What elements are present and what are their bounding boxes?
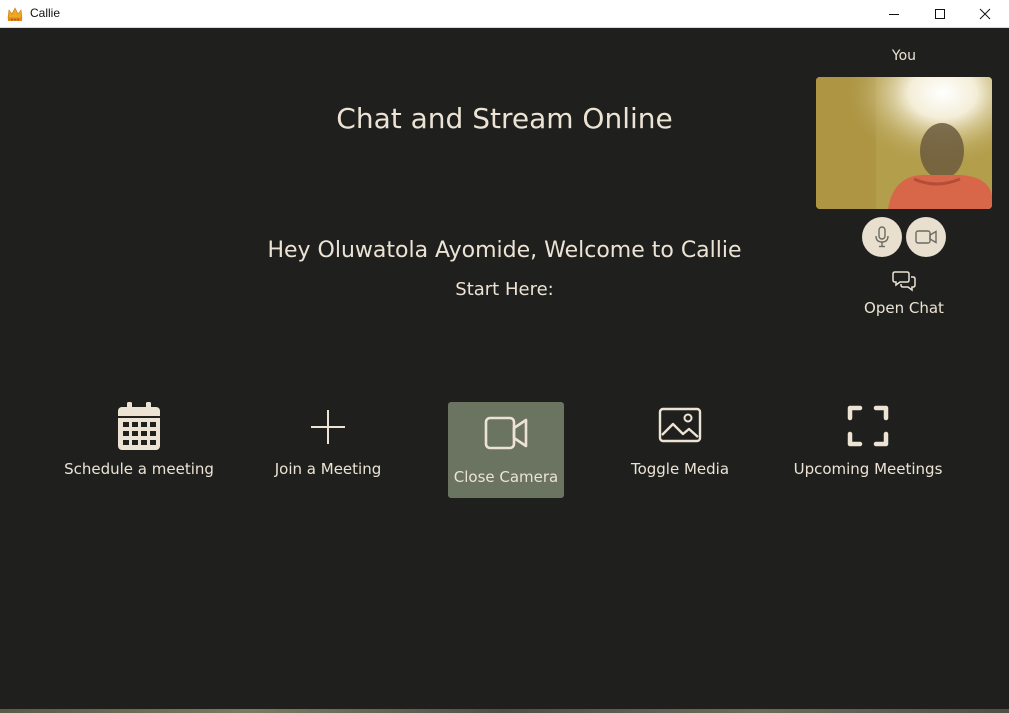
background-image-edge — [0, 709, 1009, 713]
join-meeting-button[interactable]: Join a Meeting — [262, 402, 394, 498]
maximize-button[interactable] — [917, 0, 963, 28]
plus-icon — [311, 410, 345, 444]
window-title: Callie — [30, 6, 61, 20]
open-chat-label[interactable]: Open Chat — [816, 299, 992, 317]
maximize-icon — [935, 9, 945, 19]
toggle-media-button[interactable]: Toggle Media — [620, 402, 740, 498]
main-content: Chat and Stream Online Hey Oluwatola Ayo… — [0, 28, 1009, 713]
start-here-label: Start Here: — [455, 279, 554, 300]
self-view-label: You — [891, 48, 917, 64]
microphone-icon — [875, 226, 889, 248]
toggle-media-label: Toggle Media — [630, 460, 730, 478]
camera-feed-image — [816, 77, 992, 209]
welcome-message: Hey Oluwatola Ayomide, Welcome to Callie — [267, 238, 742, 263]
close-button[interactable] — [962, 0, 1008, 28]
upcoming-meetings-button[interactable]: Upcoming Meetings — [788, 402, 948, 498]
calendar-icon — [118, 402, 160, 450]
chat-icon[interactable] — [892, 270, 916, 292]
close-camera-button[interactable]: Close Camera — [448, 402, 564, 498]
close-icon — [979, 8, 991, 20]
upcoming-meetings-label: Upcoming Meetings — [793, 460, 943, 478]
video-camera-icon — [484, 416, 528, 450]
video-camera-icon — [915, 230, 937, 244]
close-camera-label: Close Camera — [453, 468, 559, 486]
schedule-meeting-button[interactable]: Schedule a meeting — [60, 402, 218, 498]
self-video-preview — [816, 77, 992, 209]
minimize-icon — [889, 14, 899, 15]
camera-toggle-button[interactable] — [906, 217, 946, 257]
window-titlebar: Callie — [0, 0, 1009, 28]
fullscreen-icon — [847, 405, 889, 447]
join-meeting-label: Join a Meeting — [274, 460, 382, 478]
microphone-button[interactable] — [862, 217, 902, 257]
crown-icon — [7, 7, 23, 21]
minimize-button[interactable] — [871, 0, 917, 28]
schedule-meeting-label: Schedule a meeting — [64, 460, 214, 478]
image-icon — [658, 407, 702, 443]
